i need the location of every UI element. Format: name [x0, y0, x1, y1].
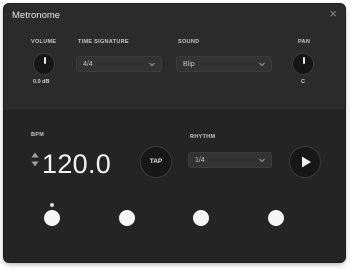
beat-indicator — [44, 210, 60, 226]
chevron-down-icon — [259, 158, 265, 163]
pan-knob[interactable] — [292, 53, 314, 75]
triangle-up-icon[interactable] — [31, 152, 39, 158]
chevron-down-icon — [259, 62, 265, 67]
rhythm-value: 1/4 — [195, 156, 205, 164]
transport-panel — [4, 110, 345, 262]
volume-label: VOLUME — [31, 39, 57, 45]
current-beat-marker — [50, 203, 54, 207]
play-icon — [302, 156, 311, 168]
time-signature-label: TIME SIGNATURE — [78, 39, 129, 45]
play-button[interactable] — [289, 146, 321, 178]
volume-knob[interactable] — [33, 53, 55, 75]
volume-value: 0.0 dB — [33, 79, 50, 85]
title-bar: Metronome × — [4, 4, 345, 26]
pan-knob-indicator — [303, 57, 305, 64]
rhythm-label: RHYTHM — [190, 134, 216, 140]
beat-indicator — [118, 210, 135, 226]
time-signature-value: 4/4 — [83, 60, 93, 68]
tap-button[interactable]: TAP — [140, 146, 172, 178]
triangle-down-icon[interactable] — [31, 161, 39, 167]
beat-indicator — [268, 210, 284, 226]
bpm-value[interactable]: 120.0 — [42, 151, 111, 178]
sound-value: Blip — [183, 60, 195, 68]
volume-knob-indicator — [44, 57, 46, 64]
time-signature-select[interactable]: 4/4 — [76, 56, 162, 72]
pan-label: PAN — [298, 39, 311, 45]
bpm-label: BPM — [31, 132, 45, 138]
rhythm-select[interactable]: 1/4 — [188, 152, 272, 168]
chevron-down-icon — [149, 62, 155, 67]
window-title: Metronome — [12, 10, 61, 21]
pan-value: C — [301, 79, 305, 85]
sound-select[interactable]: Blip — [176, 56, 272, 72]
metronome-window: Metronome × VOLUME 0.0 dB TIME SIGNATURE… — [4, 4, 345, 262]
close-icon[interactable]: × — [329, 7, 337, 21]
sound-label: SOUND — [178, 39, 200, 45]
